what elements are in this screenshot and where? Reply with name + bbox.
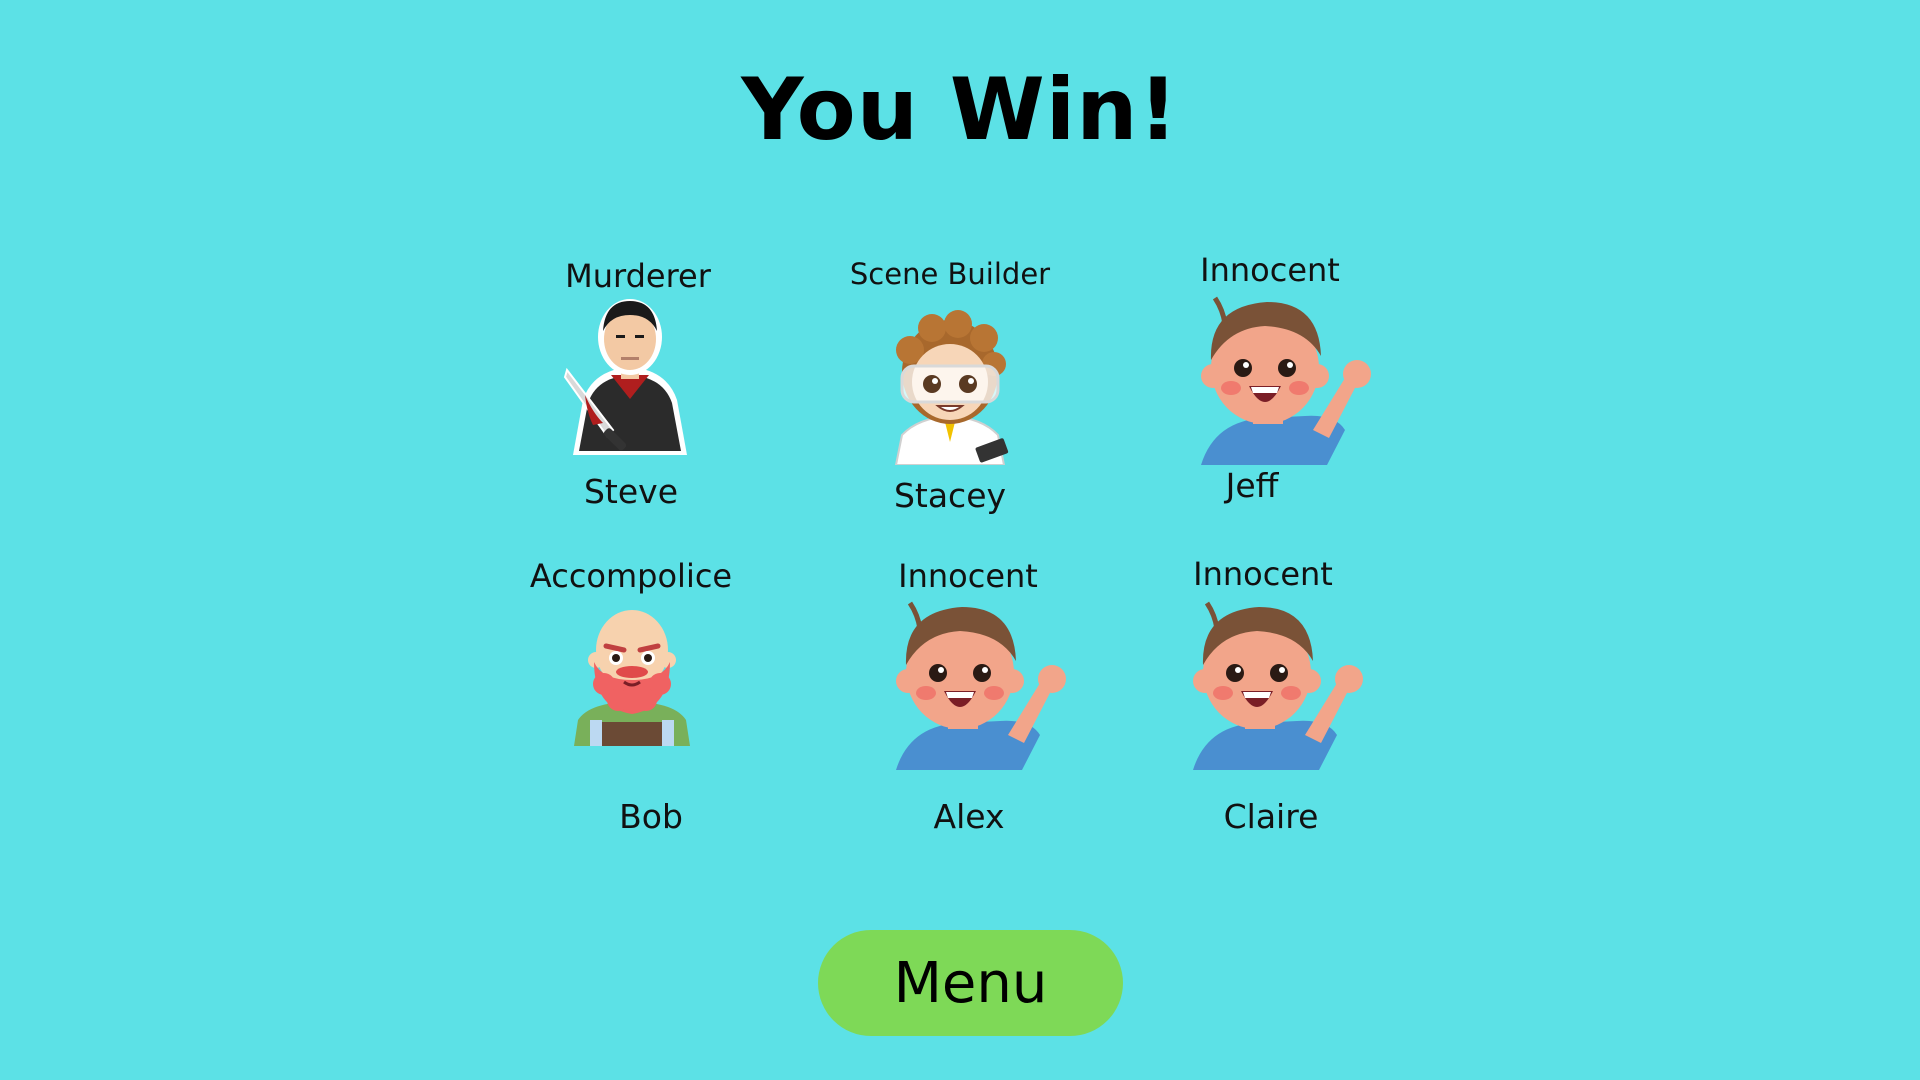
character-role-label: Innocent [1200, 251, 1340, 289]
bald-bearded-man-icon [570, 610, 695, 750]
page-title: You Win! [741, 60, 1179, 160]
scientist-with-goggles-icon [880, 310, 1020, 465]
menu-button[interactable]: Menu [818, 930, 1123, 1036]
character-role-label: Scene Builder [849, 257, 1051, 291]
character-role-label: Accompolice [529, 557, 733, 595]
character-role-label: Innocent [898, 557, 1038, 595]
waving-boy-icon [1195, 290, 1385, 465]
character-role-label: Innocent [1193, 555, 1333, 593]
character-name-label: Alex [933, 797, 1005, 836]
character-name-label: Steve [583, 472, 679, 511]
character-role-label: Murderer [565, 257, 711, 295]
waving-boy-icon [890, 595, 1080, 770]
character-name-label: Jeff [1225, 466, 1279, 505]
character-name-label: Claire [1223, 797, 1319, 836]
murderer-with-knife-icon [563, 295, 698, 460]
character-name-label: Stacey [893, 476, 1007, 515]
character-name-label: Bob [619, 797, 683, 836]
waving-boy-icon [1187, 595, 1377, 770]
